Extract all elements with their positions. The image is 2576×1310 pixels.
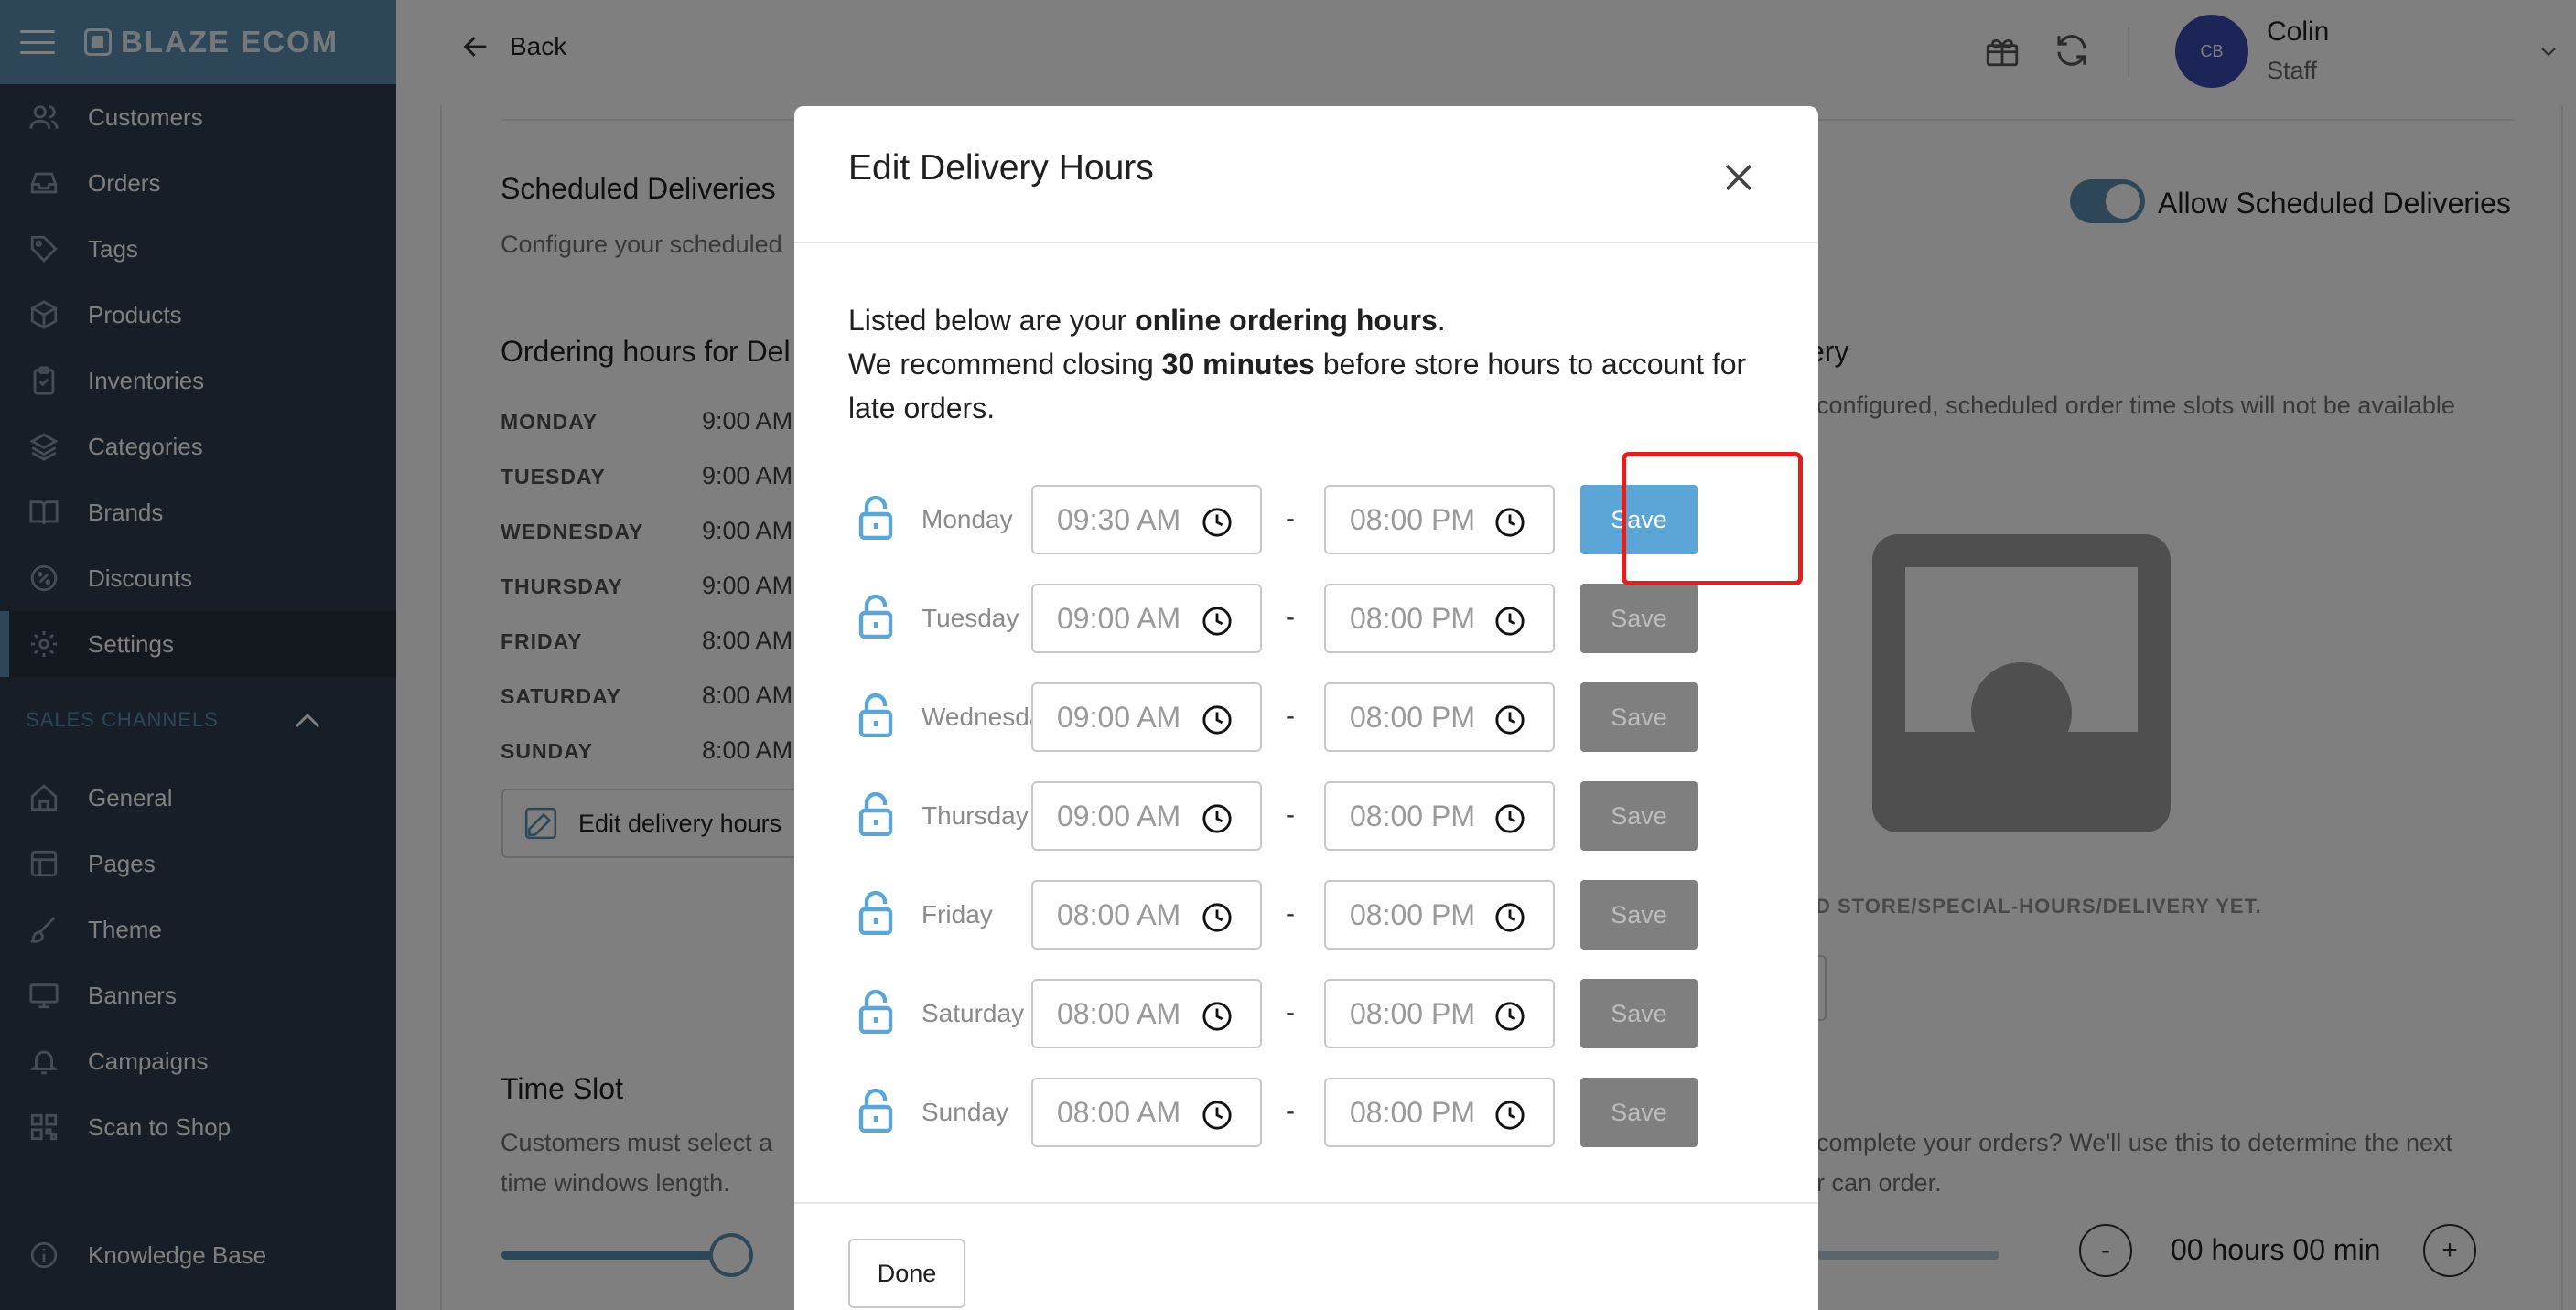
day-label: Thursday (922, 801, 1029, 830)
intro-bold: 30 minutes (1161, 348, 1315, 381)
unlock-icon[interactable] (857, 990, 894, 1034)
end-time-input[interactable]: 08:00 PM (1324, 485, 1555, 554)
time-separator: - (1286, 898, 1295, 929)
time-value: 08:00 PM (1350, 799, 1475, 832)
time-separator: - (1286, 800, 1295, 830)
time-value: 08:00 AM (1057, 996, 1181, 1030)
end-time-input[interactable]: 08:00 PM (1324, 682, 1555, 752)
clock-icon[interactable] (1494, 606, 1525, 637)
time-value: 08:00 AM (1057, 897, 1181, 931)
clock-icon[interactable] (1202, 1100, 1233, 1131)
day-row-wednesday: Wednesday 09:00 AM - 08:00 PM Save (848, 682, 1773, 752)
clock-icon[interactable] (1202, 704, 1233, 736)
day-label: Friday (922, 900, 993, 929)
time-separator: - (1286, 1096, 1295, 1126)
save-button[interactable]: Save (1580, 781, 1698, 851)
intro-text: We recommend closing (848, 348, 1162, 381)
start-time-input[interactable]: 09:00 AM (1031, 781, 1262, 851)
modal-footer-divider (794, 1202, 1818, 1204)
time-value: 09:00 AM (1057, 601, 1181, 635)
end-time-input[interactable]: 08:00 PM (1324, 979, 1555, 1048)
time-separator: - (1286, 701, 1295, 731)
modal-title: Edit Delivery Hours (848, 148, 1154, 188)
start-time-input[interactable]: 08:00 AM (1031, 979, 1262, 1048)
unlock-icon[interactable] (857, 792, 894, 836)
time-value: 09:00 AM (1057, 700, 1181, 734)
edit-delivery-hours-modal: Edit Delivery Hours Listed below are you… (794, 106, 1818, 1310)
time-value: 08:00 AM (1057, 1095, 1181, 1129)
start-time-input[interactable]: 08:00 AM (1031, 1078, 1262, 1147)
save-button[interactable]: Save (1580, 584, 1698, 653)
time-value: 09:30 AM (1057, 502, 1181, 536)
unlock-icon[interactable] (857, 891, 894, 935)
done-button[interactable]: Done (848, 1239, 965, 1308)
day-label: Monday (922, 505, 1013, 533)
time-value: 08:00 PM (1350, 1095, 1475, 1129)
day-row-friday: Friday 08:00 AM - 08:00 PM Save (848, 880, 1773, 950)
clock-icon[interactable] (1494, 803, 1525, 834)
intro-bold: online ordering hours (1135, 304, 1438, 337)
time-value: 08:00 PM (1350, 897, 1475, 931)
time-value: 08:00 PM (1350, 700, 1475, 734)
start-time-input[interactable]: 08:00 AM (1031, 880, 1262, 950)
clock-icon[interactable] (1202, 803, 1233, 834)
clock-icon[interactable] (1202, 606, 1233, 637)
intro-text: . (1437, 304, 1446, 337)
clock-icon[interactable] (1494, 1001, 1525, 1032)
time-separator: - (1286, 602, 1295, 632)
day-label: Saturday (922, 999, 1025, 1027)
time-separator: - (1286, 503, 1295, 533)
unlock-icon[interactable] (857, 1089, 894, 1133)
day-row-saturday: Saturday 08:00 AM - 08:00 PM Save (848, 979, 1773, 1048)
unlock-icon[interactable] (857, 496, 894, 540)
clock-icon[interactable] (1494, 507, 1525, 538)
modal-intro: Listed below are your online ordering ho… (848, 298, 1782, 430)
save-button[interactable]: Save (1580, 682, 1698, 752)
highlight-box (1622, 452, 1803, 585)
save-button[interactable]: Save (1580, 979, 1698, 1048)
day-row-sunday: Sunday 08:00 AM - 08:00 PM Save (848, 1078, 1773, 1147)
save-button[interactable]: Save (1580, 1078, 1698, 1147)
end-time-input[interactable]: 08:00 PM (1324, 1078, 1555, 1147)
clock-icon[interactable] (1202, 1001, 1233, 1032)
unlock-icon[interactable] (857, 595, 894, 639)
clock-icon[interactable] (1202, 902, 1233, 933)
intro-text: Listed below are your (848, 304, 1136, 337)
clock-icon[interactable] (1494, 1100, 1525, 1131)
modal-divider (794, 242, 1818, 243)
close-icon[interactable] (1719, 157, 1759, 198)
start-time-input[interactable]: 09:00 AM (1031, 682, 1262, 752)
day-row-tuesday: Tuesday 09:00 AM - 08:00 PM Save (848, 584, 1773, 653)
time-value: 08:00 PM (1350, 601, 1475, 635)
time-value: 08:00 PM (1350, 996, 1475, 1030)
save-button[interactable]: Save (1580, 880, 1698, 950)
time-separator: - (1286, 997, 1295, 1027)
time-value: 09:00 AM (1057, 799, 1181, 832)
end-time-input[interactable]: 08:00 PM (1324, 880, 1555, 950)
start-time-input[interactable]: 09:30 AM (1031, 485, 1262, 554)
day-label: Tuesday (922, 604, 1019, 632)
clock-icon[interactable] (1494, 902, 1525, 933)
time-value: 08:00 PM (1350, 502, 1475, 536)
clock-icon[interactable] (1202, 507, 1233, 538)
day-label: Sunday (922, 1098, 1008, 1126)
end-time-input[interactable]: 08:00 PM (1324, 584, 1555, 653)
end-time-input[interactable]: 08:00 PM (1324, 781, 1555, 851)
start-time-input[interactable]: 09:00 AM (1031, 584, 1262, 653)
clock-icon[interactable] (1494, 704, 1525, 736)
day-row-thursday: Thursday 09:00 AM - 08:00 PM Save (848, 781, 1773, 851)
unlock-icon[interactable] (857, 693, 894, 737)
